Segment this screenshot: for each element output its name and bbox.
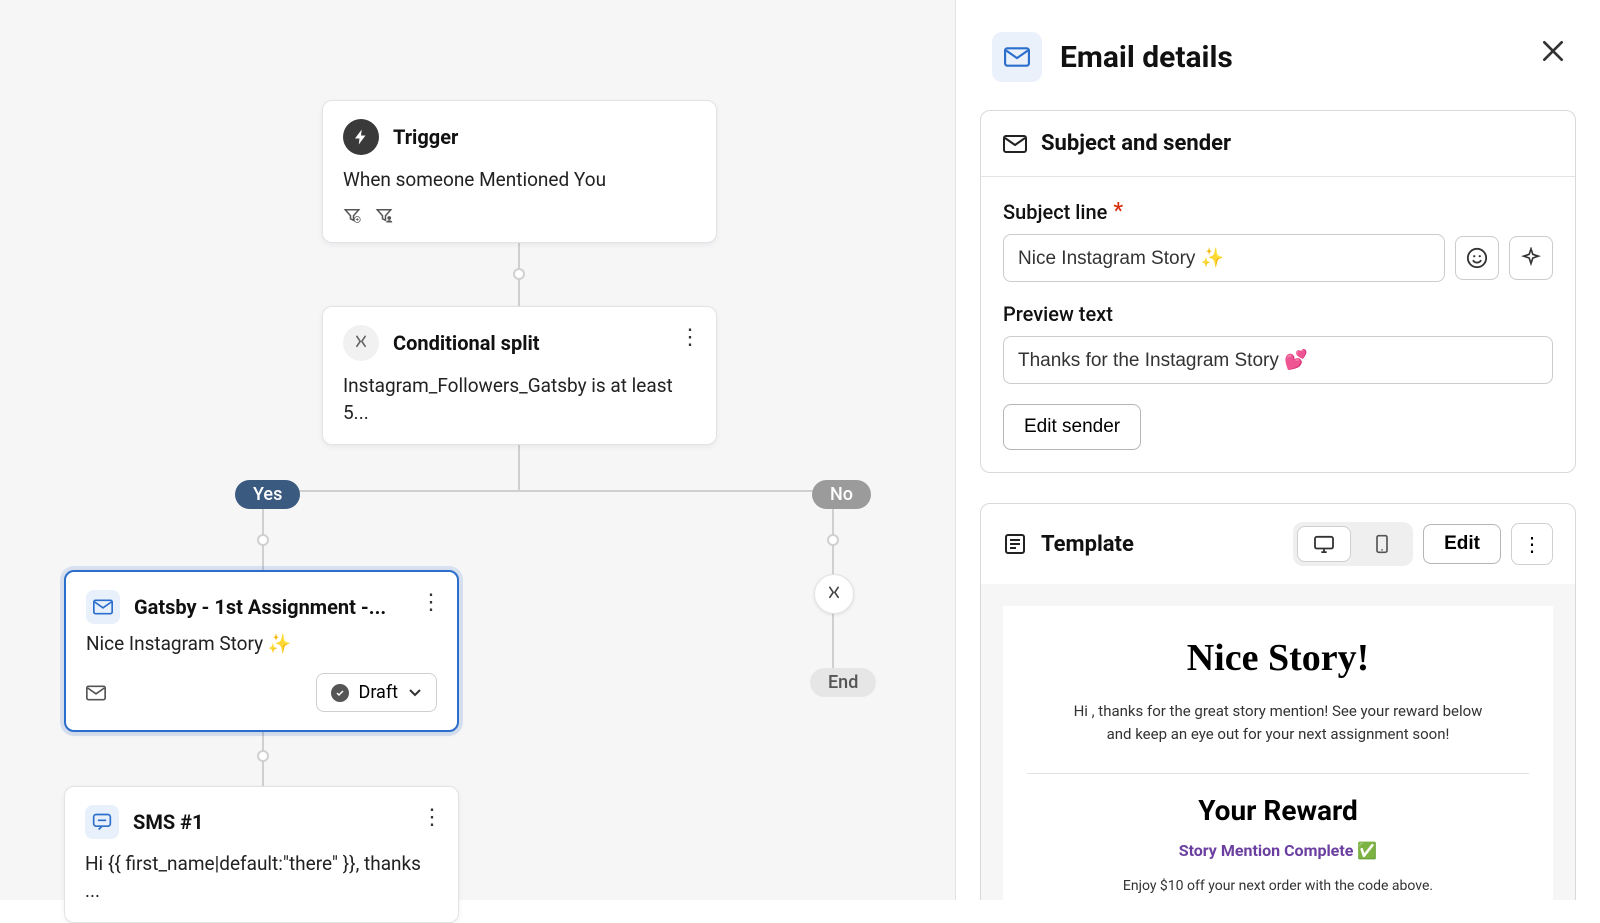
split-description: Instagram_Followers_Gatsby is at least 5…: [343, 373, 696, 426]
email-details-panel: Email details Subject and sender Subject…: [955, 0, 1600, 900]
more-icon[interactable]: ⋮: [420, 590, 441, 615]
panel-title: Email details: [1060, 40, 1233, 75]
preview-text-input[interactable]: [1003, 336, 1553, 384]
desktop-icon: [1313, 535, 1335, 553]
email-card-title: Gatsby - 1st Assignment -...: [134, 595, 386, 619]
more-icon[interactable]: ⋮: [421, 805, 442, 830]
template-section: Template Edit ⋮ Nice Story!: [980, 503, 1576, 900]
close-button[interactable]: [1540, 38, 1566, 64]
view-toggle: [1293, 522, 1413, 566]
swap-icon: [824, 584, 844, 604]
conditional-split-node[interactable]: ⋮ Conditional split Instagram_Followers_…: [322, 306, 717, 445]
edit-sender-button[interactable]: Edit sender: [1003, 404, 1141, 450]
chevron-down-icon: [408, 688, 422, 698]
more-icon[interactable]: ⋮: [679, 325, 700, 350]
connector-dot: [513, 268, 525, 280]
mail-icon: [86, 590, 120, 624]
close-icon: [1540, 38, 1566, 64]
more-icon: ⋮: [1522, 532, 1542, 556]
ai-generate-button[interactable]: [1509, 236, 1553, 280]
subject-line-input[interactable]: [1003, 234, 1445, 282]
connector: [262, 490, 834, 492]
trigger-node[interactable]: Trigger When someone Mentioned You: [322, 100, 717, 243]
flow-canvas[interactable]: Trigger When someone Mentioned You ⋮ Con…: [0, 0, 955, 900]
sms-action-card[interactable]: ⋮ SMS #1 Hi {{ first_name|default:"there…: [64, 786, 459, 923]
email-action-card[interactable]: ⋮ Gatsby - 1st Assignment -... Nice Inst…: [64, 570, 459, 732]
mobile-icon: [1375, 534, 1389, 554]
preview-text-label: Preview text: [1003, 302, 1553, 326]
section-title: Subject and sender: [1041, 131, 1231, 156]
preview-subheading: Your Reward: [1027, 794, 1529, 827]
filter-add-icon: [343, 206, 361, 224]
branch-yes-pill: Yes: [235, 480, 300, 509]
status-dropdown[interactable]: Draft: [316, 673, 438, 712]
email-card-subject: Nice Instagram Story ✨: [86, 632, 437, 655]
desktop-view-button[interactable]: [1297, 526, 1351, 562]
sms-icon: [85, 805, 119, 839]
smile-icon: [1466, 247, 1488, 269]
branch-end-pill: End: [810, 668, 876, 697]
preview-status-line: Story Mention Complete ✅: [1027, 841, 1529, 860]
trigger-description: When someone Mentioned You: [343, 167, 696, 194]
preview-heading: Nice Story!: [1027, 636, 1529, 680]
split-icon: [343, 325, 379, 361]
template-preview: Nice Story! Hi , thanks for the great st…: [981, 584, 1575, 900]
trigger-title: Trigger: [393, 125, 458, 149]
template-title: Template: [1041, 532, 1134, 557]
connector-dot: [827, 534, 839, 546]
template-icon: [1003, 532, 1027, 556]
template-more-button[interactable]: ⋮: [1511, 523, 1553, 565]
edit-template-button[interactable]: Edit: [1423, 524, 1501, 564]
connector-dot: [257, 534, 269, 546]
filter-user-icon: [375, 206, 393, 224]
preview-intro: Hi , thanks for the great story mention!…: [1068, 700, 1488, 745]
mail-icon: [992, 32, 1042, 82]
status-label: Draft: [359, 682, 399, 703]
sparkle-icon: [1520, 247, 1542, 269]
connector-dot: [257, 750, 269, 762]
sms-title: SMS #1: [133, 810, 203, 834]
add-action-button[interactable]: [814, 574, 854, 614]
status-dot-icon: [331, 684, 349, 702]
subject-line-label: Subject line*: [1003, 199, 1553, 224]
emoji-picker-button[interactable]: [1455, 236, 1499, 280]
branch-no-pill: No: [812, 480, 871, 509]
mail-small-icon: [86, 685, 106, 701]
split-title: Conditional split: [393, 331, 540, 355]
mobile-view-button[interactable]: [1355, 526, 1409, 562]
preview-divider: [1027, 773, 1529, 774]
mail-outline-icon: [1003, 134, 1027, 154]
subject-sender-section: Subject and sender Subject line* Preview…: [980, 110, 1576, 473]
preview-offer-text: Enjoy $10 off your next order with the c…: [1027, 878, 1529, 894]
lightning-icon: [343, 119, 379, 155]
sms-body: Hi {{ first_name|default:"there" }}, tha…: [85, 851, 438, 904]
panel-header: Email details: [956, 0, 1600, 110]
